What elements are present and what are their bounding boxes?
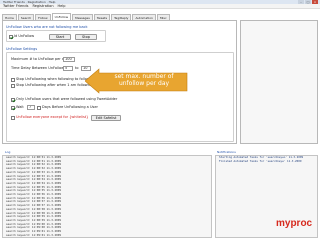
edit-safelist-button[interactable]: Edit Safelist	[91, 115, 121, 121]
watermark-text: myproc	[276, 218, 313, 229]
delay-to-label: to	[75, 66, 79, 70]
wait-label: Wait	[16, 105, 24, 109]
menu-item-registration[interactable]: Registration	[32, 4, 53, 8]
log-line: search keyword: 11:09:01 11.3.2009	[6, 232, 62, 237]
log-area: Log Notifications search keyword: 11:08:…	[2, 150, 318, 238]
id-unfollow-checkbox[interactable]	[9, 34, 13, 39]
delay-label: Time Delay Between UnFollow	[11, 66, 65, 70]
menu-item-help[interactable]: Help	[58, 4, 66, 8]
delay-min-input[interactable]: 5	[63, 66, 73, 71]
stop-after-checkbox[interactable]	[11, 83, 15, 88]
wait-days-suffix-option[interactable]: Days Before UnFollowing a User	[37, 105, 98, 110]
watermark-logo: myproc	[274, 216, 320, 240]
wait-days-option[interactable]: Wait	[11, 105, 24, 110]
id-unfollow-option[interactable]: Id UnFollow	[9, 34, 34, 39]
menu-item-twitter-friends[interactable]: Twitter Friends	[3, 4, 28, 8]
exception-label: UnFollow everyone except for {whitelist}	[16, 115, 89, 119]
only-tweetadder-checkbox[interactable]	[11, 97, 15, 102]
id-unfollow-label: Id UnFollow	[14, 34, 35, 38]
exception-option[interactable]: UnFollow everyone except for {whitelist}	[11, 115, 88, 120]
unfollow-top-group-label: UnFollow Users who are not following me …	[6, 25, 88, 29]
max-unfollow-input[interactable]: 100	[63, 57, 75, 62]
side-panel	[240, 20, 318, 144]
only-tweetadder-label: Only UnFollow users that were followed u…	[16, 97, 118, 101]
callout-text: set max. number of unfollow per day	[114, 73, 174, 87]
activity-log[interactable]: search keyword: 11:08:51 11.3.2009 searc…	[2, 155, 212, 238]
exception-checkbox[interactable]	[11, 115, 15, 120]
tab-unfollow[interactable]: UnFollow	[51, 13, 72, 20]
stop-ratio-checkbox[interactable]	[11, 77, 15, 82]
wait-days-input[interactable]: 7	[27, 105, 35, 110]
stop-button[interactable]: Stop	[75, 34, 97, 40]
only-tweetadder-option[interactable]: Only UnFollow users that were followed u…	[11, 97, 117, 102]
tutorial-callout: set max. number of unfollow per day	[85, 67, 189, 95]
start-button[interactable]: Start	[49, 34, 71, 40]
menu-bar: Twitter Friends Registration Help	[0, 4, 320, 9]
unfollow-panel: UnFollow Users who are not following me …	[2, 20, 237, 144]
notification-line: Finished Automated Tasks for 'searchkeyw…	[219, 158, 302, 163]
wait-days-checkbox[interactable]	[11, 105, 15, 110]
unfollow-settings-group-label: UnFollow Settings	[6, 47, 38, 51]
wait-days-suffix-checkbox[interactable]	[37, 105, 41, 110]
max-unfollow-label: Maximum # to UnFollow per day	[11, 57, 69, 61]
wait-days-suffix-label: Days Before UnFollowing a User	[42, 105, 98, 109]
